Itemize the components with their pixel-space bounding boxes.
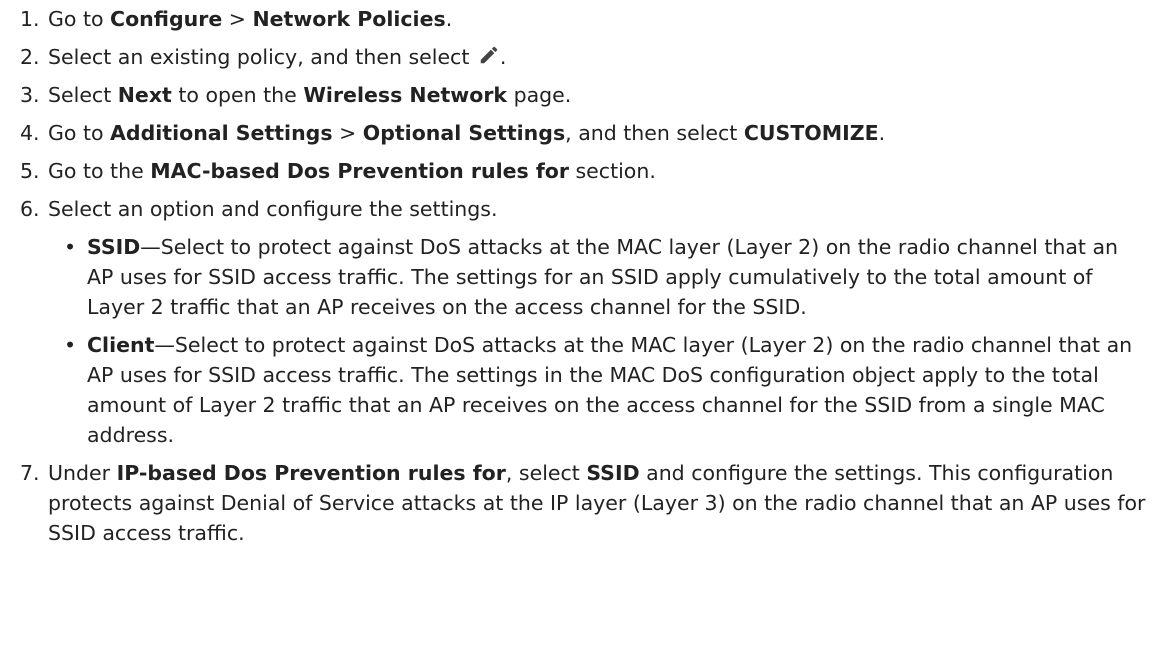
procedure-steps: 1. Go to Configure > Network Policies. 2. S… — [0, 4, 1160, 556]
text-run: , and then select — [565, 121, 744, 145]
text-run: —Select to protect against DoS attacks a… — [87, 333, 1133, 447]
text-run: Select an option and configure the setti… — [48, 197, 498, 221]
sub-option-text: SSID—Select to protect against DoS attac… — [87, 235, 1118, 319]
text-run: Select an existing policy, and then sele… — [48, 45, 476, 69]
text-run: —Select to protect against DoS attacks a… — [87, 235, 1119, 319]
bold-term: MAC-based Dos Prevention rules for — [150, 159, 569, 183]
pencil-edit-icon — [480, 46, 498, 64]
text-run: page. — [507, 83, 572, 107]
bold-term: Optional Settings — [362, 121, 566, 145]
text-run: . — [445, 7, 453, 31]
bold-term: SSID — [586, 461, 640, 485]
sub-options-list: • SSID—Select to protect against DoS atta… — [48, 232, 1160, 450]
step-text: Go to Additional Settings > Optional Set… — [48, 121, 885, 145]
bold-term: CUSTOMIZE — [743, 121, 879, 145]
text-run: , select — [505, 461, 587, 485]
text-run: Go to the — [48, 159, 151, 183]
step-text: Go to the MAC-based Dos Prevention rules… — [48, 159, 656, 183]
step-number: 2. — [20, 45, 40, 69]
step-item: 6. Select an option and configure the set… — [0, 194, 1160, 450]
bold-term: IP-based Dos Prevention rules for — [116, 461, 506, 485]
step-text: Select Next to open the Wireless Network… — [48, 83, 571, 107]
step-item: 1. Go to Configure > Network Policies. — [0, 4, 1160, 34]
step-number: 3. — [20, 83, 40, 107]
bold-term: Wireless Network — [303, 83, 508, 107]
text-run: to open the — [171, 83, 304, 107]
text-run: . — [499, 45, 507, 69]
bullet-marker: • — [64, 333, 77, 357]
step-item: 3. Select Next to open the Wireless Netwo… — [0, 80, 1160, 110]
step-item: 5. Go to the MAC-based Dos Prevention rul… — [0, 156, 1160, 186]
bold-term: Configure — [110, 7, 223, 31]
bullet-marker: • — [64, 235, 77, 259]
text-run: > — [332, 121, 363, 145]
bold-term: SSID — [87, 235, 141, 259]
text-run: Select — [48, 83, 118, 107]
step-text: Select an option and configure the setti… — [48, 197, 498, 221]
step-number: 4. — [20, 121, 40, 145]
step-text: Go to Configure > Network Policies. — [48, 7, 452, 31]
text-run: Go to — [48, 121, 111, 145]
step-number: 1. — [20, 7, 40, 31]
step-item: 7. Under IP-based Dos Prevention rules fo… — [0, 458, 1160, 548]
text-run: . — [878, 121, 886, 145]
document-page: 1. Go to Configure > Network Policies. 2. S… — [0, 0, 1163, 656]
text-run: Go to — [48, 7, 111, 31]
sub-option-item: • Client—Select to protect against DoS at… — [48, 330, 1147, 450]
step-text: Select an existing policy, and then sele… — [48, 45, 506, 69]
step-number: 7. — [20, 461, 40, 485]
bold-term: Client — [87, 333, 155, 357]
text-run: > — [222, 7, 253, 31]
step-number: 5. — [20, 159, 40, 183]
text-run: section. — [568, 159, 656, 183]
sub-option-item: • SSID—Select to protect against DoS atta… — [48, 232, 1147, 322]
bold-term: Additional Settings — [110, 121, 333, 145]
step-text: Under IP-based Dos Prevention rules for,… — [48, 461, 1145, 545]
step-item: 4. Go to Additional Settings > Optional S… — [0, 118, 1160, 148]
step-number: 6. — [20, 197, 40, 221]
step-item: 2. Select an existing policy, and then se… — [0, 42, 1160, 72]
bold-term: Network Policies — [252, 7, 446, 31]
sub-option-text: Client—Select to protect against DoS att… — [87, 333, 1132, 447]
text-run: Under — [48, 461, 117, 485]
bold-term: Next — [117, 83, 172, 107]
